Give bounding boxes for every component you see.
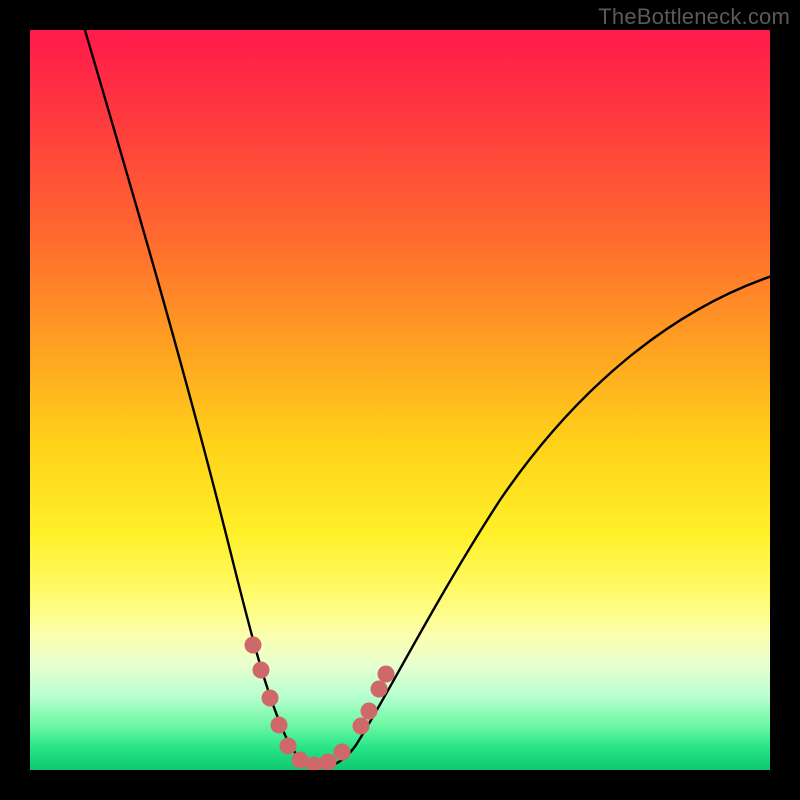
watermark-text: TheBottleneck.com [598, 4, 790, 30]
curve-layer [30, 30, 770, 770]
plot-area [30, 30, 770, 770]
highlight-dots [245, 637, 394, 770]
chart-frame: TheBottleneck.com [0, 0, 800, 800]
bottleneck-curve [82, 30, 770, 767]
